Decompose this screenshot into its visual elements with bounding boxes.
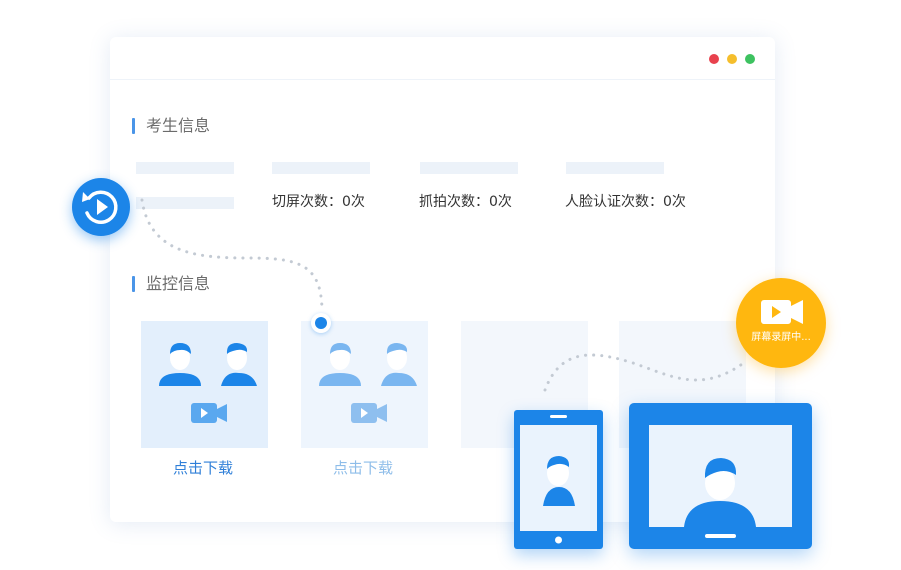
people-video-icon <box>159 343 257 423</box>
minimize-dot[interactable] <box>727 54 737 64</box>
placeholder-bar <box>566 162 664 174</box>
monitor-info-title: 监控信息 <box>132 274 210 294</box>
tablet-device-icon <box>649 425 792 538</box>
placeholder-bar <box>136 197 234 209</box>
mobile-device-icon <box>520 415 597 544</box>
video-camera-icon <box>191 403 227 423</box>
face-verify-count: 人脸认证次数：0次 <box>565 194 686 210</box>
person-icon <box>319 343 361 386</box>
placeholder-bar <box>272 162 370 174</box>
person-icon <box>221 343 257 386</box>
replay-button[interactable] <box>72 178 130 236</box>
placeholder-bar <box>136 162 234 174</box>
maximize-dot[interactable] <box>745 54 755 64</box>
download-link[interactable]: 点击下载 <box>333 459 393 477</box>
candidate-info-title: 考生信息 <box>132 116 210 136</box>
connector-pin-icon <box>311 313 331 333</box>
screen-switch-count: 切屏次数：0次 <box>272 194 365 210</box>
download-link[interactable]: 点击下载 <box>173 459 233 477</box>
person-icon <box>159 343 201 386</box>
people-video-icon <box>319 343 417 423</box>
window-titlebar <box>110 37 775 80</box>
person-icon <box>381 343 417 386</box>
video-camera-icon <box>761 300 803 324</box>
capture-count: 抓拍次数：0次 <box>419 194 512 210</box>
replay-icon <box>82 190 118 224</box>
video-camera-icon <box>351 403 387 423</box>
close-dot[interactable] <box>709 54 719 64</box>
tablet-device <box>629 403 812 549</box>
monitor-card[interactable] <box>141 321 268 448</box>
placeholder-bar <box>420 162 518 174</box>
monitor-card[interactable] <box>301 321 428 448</box>
screen-recording-badge: 屏幕录屏中... <box>736 278 826 368</box>
mobile-device <box>514 410 603 549</box>
recording-status-text: 屏幕录屏中... <box>751 332 811 343</box>
